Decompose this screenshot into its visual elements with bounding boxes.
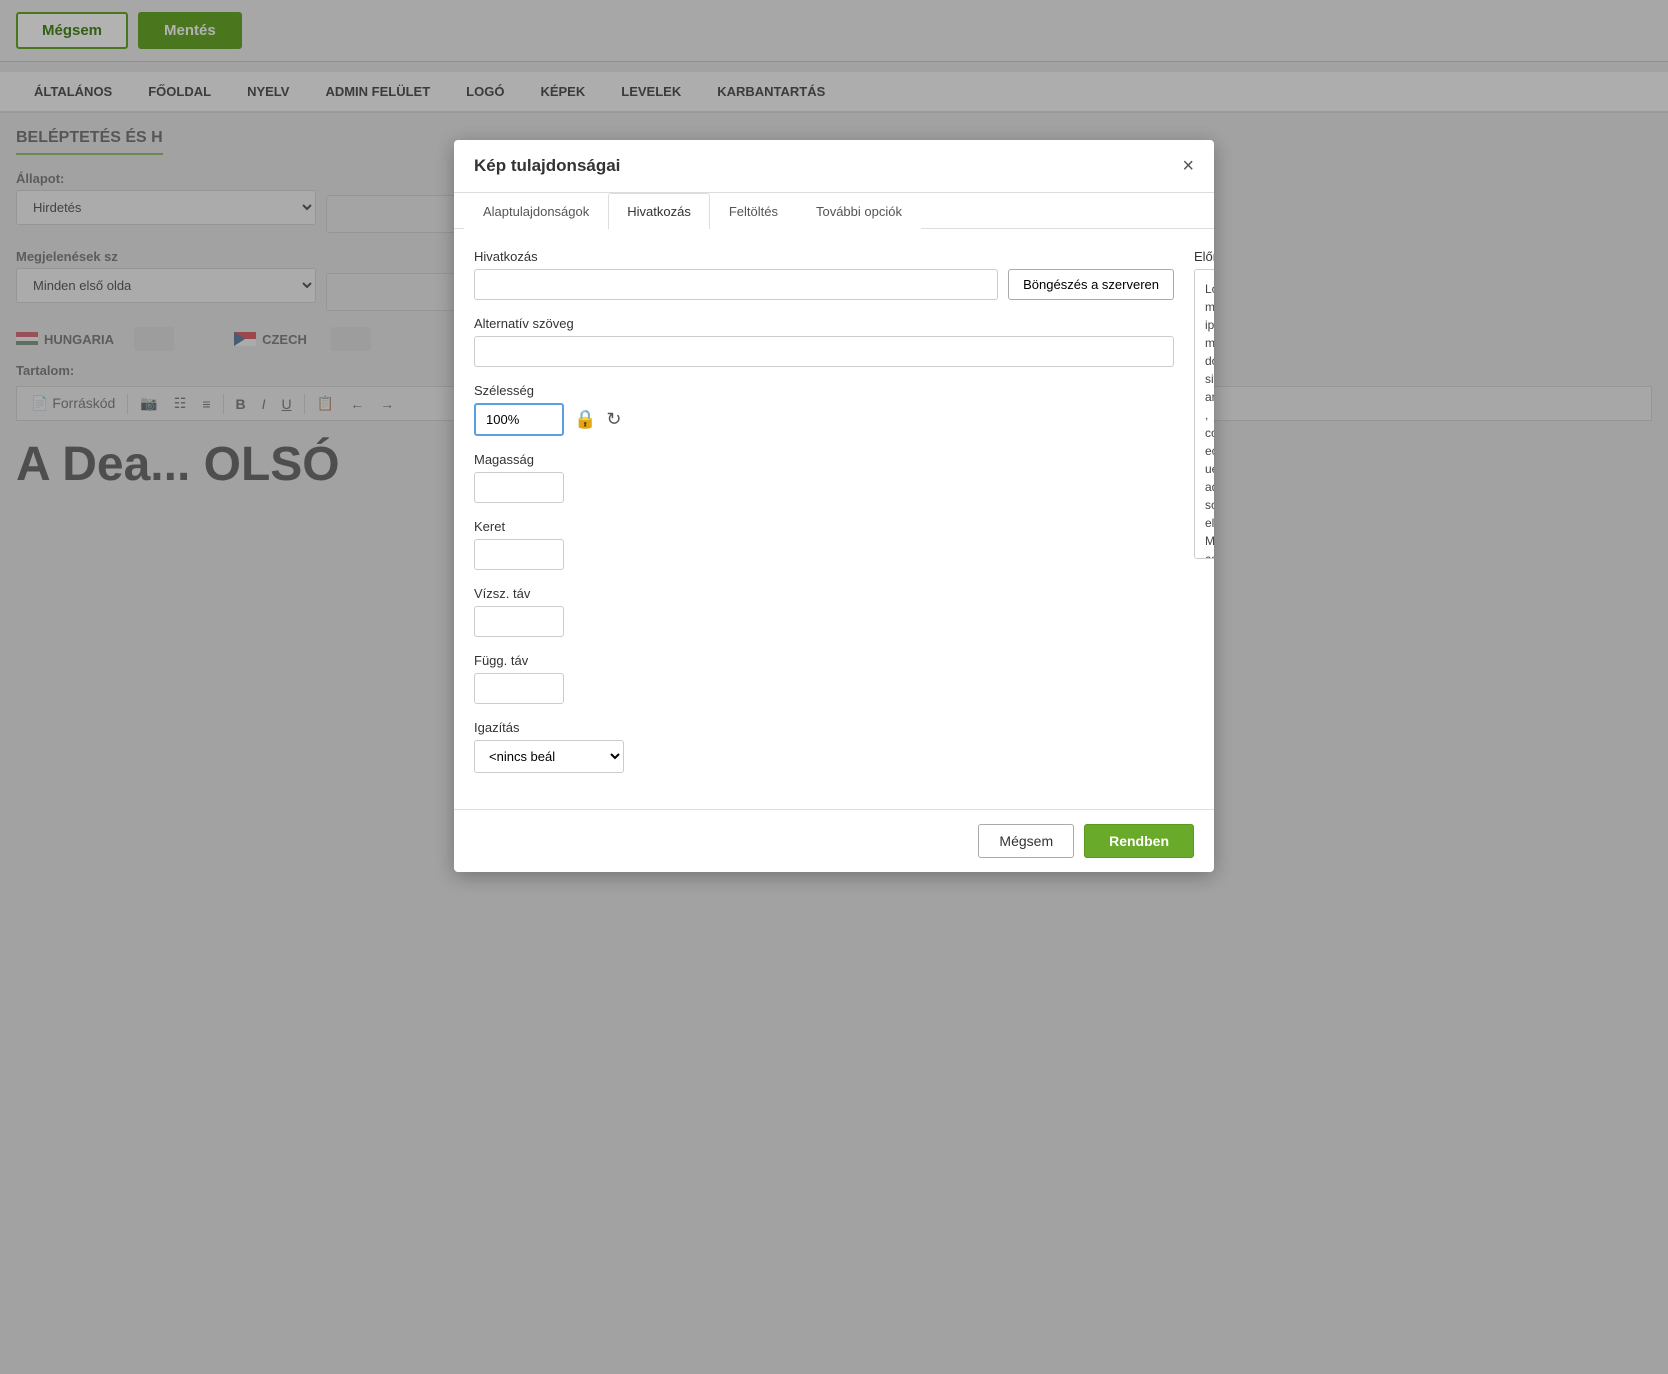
modal-tabs: Alaptulajdonságok Hivatkozás Feltöltés T… <box>454 193 1214 229</box>
vizsz-tav-label: Vízsz. táv <box>474 586 1174 601</box>
alt-szoveg-input[interactable] <box>474 336 1174 367</box>
alt-szoveg-group: Alternatív szöveg <box>474 316 1174 367</box>
szelesseg-input[interactable] <box>474 403 564 436</box>
igazitas-select[interactable]: <nincs beál Balra Jobbra Középre <box>474 740 624 773</box>
modal-right-column: Előnézet Lorem ipsum dolor sit amet, con… <box>1194 249 1214 789</box>
hivatkozas-label: Hivatkozás <box>474 249 1174 264</box>
browse-server-button[interactable]: Böngészés a szerveren <box>1008 269 1174 300</box>
modal-tab-hivatkozas[interactable]: Hivatkozás <box>608 193 710 229</box>
lock-icon[interactable]: 🔒 <box>574 409 596 430</box>
fugg-tav-input[interactable] <box>474 673 564 704</box>
image-properties-modal: Kép tulajdonságai × Alaptulajdonságok Hi… <box>454 140 1214 872</box>
hivatkozas-row: Böngészés a szerveren <box>474 269 1174 300</box>
magassag-label: Magasság <box>474 452 1174 467</box>
modal-title: Kép tulajdonságai <box>474 156 620 176</box>
vizsz-tav-input[interactable] <box>474 606 564 637</box>
fugg-tav-label: Függ. táv <box>474 653 1174 668</box>
magassag-group: Magasság <box>474 452 1174 503</box>
refresh-icon[interactable]: ↻ <box>606 409 621 430</box>
modal-tab-tovabbi[interactable]: További opciók <box>797 193 921 229</box>
igazitas-group: Igazítás <nincs beál Balra Jobbra Középr… <box>474 720 1174 773</box>
fugg-tav-group: Függ. táv <box>474 653 1174 704</box>
width-row: 🔒 ↻ <box>474 403 1174 436</box>
modal-body: Hivatkozás Böngészés a szerveren Alterna… <box>454 229 1214 809</box>
keret-group: Keret <box>474 519 1174 570</box>
hivatkozas-group: Hivatkozás Böngészés a szerveren <box>474 249 1174 300</box>
modal-left-column: Hivatkozás Böngészés a szerveren Alterna… <box>474 249 1174 789</box>
modal-tab-alaptulajdonsagok[interactable]: Alaptulajdonságok <box>464 193 608 229</box>
hivatkozas-input[interactable] <box>474 269 998 300</box>
szelesseg-group: Szélesség 🔒 ↻ <box>474 383 1174 436</box>
szelesseg-label: Szélesség <box>474 383 1174 398</box>
footer-ok-button[interactable]: Rendben <box>1084 824 1194 858</box>
preview-textarea[interactable]: Lorem ipsum dolor sit amet, consectetuer… <box>1194 269 1214 559</box>
modal-overlay: Kép tulajdonságai × Alaptulajdonságok Hi… <box>0 0 1668 1374</box>
vizsz-tav-group: Vízsz. táv <box>474 586 1174 637</box>
footer-cancel-button[interactable]: Mégsem <box>978 824 1074 858</box>
modal-tab-feltoltes[interactable]: Feltöltés <box>710 193 797 229</box>
igazitas-label: Igazítás <box>474 720 1174 735</box>
keret-label: Keret <box>474 519 1174 534</box>
alt-szoveg-label: Alternatív szöveg <box>474 316 1174 331</box>
modal-header: Kép tulajdonságai × <box>454 140 1214 193</box>
elonezet-label: Előnézet <box>1194 249 1214 264</box>
keret-input[interactable] <box>474 539 564 570</box>
modal-footer: Mégsem Rendben <box>454 809 1214 872</box>
magassag-input[interactable] <box>474 472 564 503</box>
modal-close-button[interactable]: × <box>1182 156 1194 176</box>
